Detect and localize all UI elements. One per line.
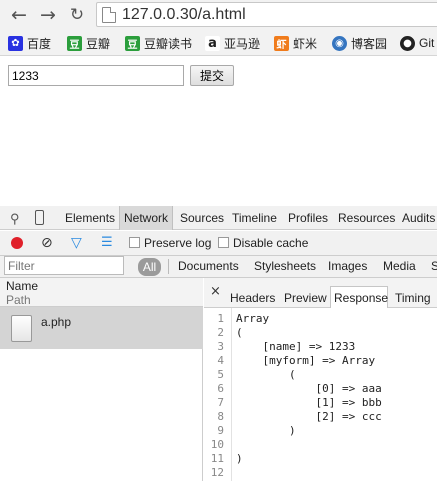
code-line: [name] => 1233	[236, 340, 356, 353]
line-number: 2	[217, 326, 224, 339]
detail-tabbar: × Headers Preview Response Timing	[204, 278, 437, 309]
preserve-log-label: Preserve log	[144, 236, 212, 250]
tab-preview[interactable]: Preview	[284, 291, 327, 305]
filter-more[interactable]: S	[431, 259, 437, 273]
line-number: 6	[217, 382, 224, 395]
filter-media[interactable]: Media	[383, 259, 416, 273]
douban-icon: 豆	[125, 35, 140, 51]
bookmark-item[interactable]: 豆 豆瓣	[67, 34, 110, 52]
line-number: 12	[210, 466, 224, 479]
bookmark-label: 博客园	[351, 36, 388, 51]
browser-toolbar: ← → ↻ 127.0.0.30/a.html	[0, 0, 437, 30]
line-number: 8	[217, 410, 224, 423]
reload-icon[interactable]: ↻	[66, 4, 88, 26]
code-line: Array	[236, 312, 270, 325]
cnblogs-icon: ◉	[332, 35, 347, 51]
bookmark-item[interactable]: ✿ 百度	[8, 34, 51, 52]
disable-cache-checkbox[interactable]	[218, 237, 229, 248]
filter-icon[interactable]: ▽	[71, 235, 82, 251]
filter-input[interactable]	[4, 256, 124, 275]
request-list-header[interactable]: Name Path	[0, 278, 203, 307]
divider	[168, 259, 169, 274]
douban-icon: 豆	[67, 35, 82, 51]
line-number: 9	[217, 424, 224, 437]
bookmark-label: 豆瓣读书	[144, 36, 193, 51]
name-input[interactable]	[8, 65, 184, 86]
github-icon: ●	[400, 35, 415, 51]
disable-cache-label: Disable cache	[233, 236, 309, 250]
device-icon[interactable]	[35, 210, 44, 225]
bookmark-item[interactable]: ◉ 博客园	[332, 34, 387, 52]
tab-resources[interactable]: Resources	[338, 211, 395, 225]
tab-headers[interactable]: Headers	[230, 291, 275, 305]
code-line: [2] => ccc	[236, 410, 382, 423]
bookmark-item[interactable]: ● Git	[400, 34, 434, 52]
bookmarks-bar: ✿ 百度 豆 豆瓣 豆 豆瓣读书 a 亚马逊 虾 虾米 ◉ 博客园 ● Git	[0, 30, 437, 56]
code-line: (	[236, 326, 243, 339]
back-arrow-icon[interactable]: ←	[8, 4, 30, 26]
bookmark-item[interactable]: 豆 豆瓣读书	[125, 34, 192, 52]
forward-arrow-icon[interactable]: →	[37, 4, 59, 26]
record-icon[interactable]	[11, 237, 23, 249]
list-view-icon[interactable]: ☰	[101, 235, 113, 250]
line-number: 10	[210, 438, 224, 451]
bookmark-label: Git	[419, 36, 435, 50]
tab-sources[interactable]: Sources	[180, 211, 224, 225]
tab-timeline[interactable]: Timeline	[232, 211, 277, 225]
devtools-tabbar: ⚲ Elements Network Sources Timeline Prof…	[0, 206, 437, 230]
line-number: 7	[217, 396, 224, 409]
filter-images[interactable]: Images	[328, 259, 367, 273]
name-column-header: Name	[6, 279, 39, 293]
filter-documents[interactable]: Documents	[178, 259, 239, 273]
tab-response[interactable]: Response	[334, 291, 388, 305]
submit-button[interactable]: 提交	[190, 65, 234, 86]
line-number: 5	[217, 368, 224, 381]
preserve-log-checkbox[interactable]	[129, 237, 140, 248]
code-line: [1] => bbb	[236, 396, 382, 409]
bookmark-item[interactable]: a 亚马逊	[205, 34, 260, 52]
baidu-icon: ✿	[8, 35, 23, 51]
xiami-icon: 虾	[274, 35, 289, 51]
network-toolbar: ⊘ ▽ ☰ Preserve log Disable cache	[0, 231, 437, 256]
table-row[interactable]: a.php	[0, 307, 203, 349]
tab-audits[interactable]: Audits	[402, 211, 435, 225]
bookmark-label: 百度	[27, 36, 52, 51]
line-number: 4	[217, 354, 224, 367]
bookmark-label: 豆瓣	[86, 36, 111, 51]
address-bar[interactable]: 127.0.0.30/a.html	[96, 2, 437, 27]
tab-elements[interactable]: Elements	[65, 211, 115, 225]
line-number: 1	[217, 312, 224, 325]
bookmark-label: 虾米	[293, 36, 318, 51]
code-line: )	[236, 452, 243, 465]
filter-bar: All Documents Stylesheets Images Media S	[0, 256, 437, 278]
close-icon[interactable]: ×	[210, 284, 221, 299]
filter-all-button[interactable]: All	[138, 258, 161, 276]
code-line: [myform] => Array	[236, 354, 376, 367]
code-line: (	[236, 368, 296, 381]
request-name: a.php	[41, 315, 72, 329]
tab-timing[interactable]: Timing	[395, 291, 431, 305]
page-icon	[102, 6, 116, 23]
path-column-header: Path	[6, 293, 31, 307]
filter-stylesheets[interactable]: Stylesheets	[254, 259, 316, 273]
line-number: 3	[217, 340, 224, 353]
code-line: )	[236, 424, 296, 437]
line-number: 11	[210, 452, 224, 465]
bookmark-label: 亚马逊	[224, 36, 261, 51]
inspect-icon[interactable]: ⚲	[10, 211, 20, 227]
tab-network[interactable]: Network	[124, 211, 168, 225]
code-line: [0] => aaa	[236, 382, 382, 395]
tab-profiles[interactable]: Profiles	[288, 211, 328, 225]
amazon-icon: a	[205, 35, 220, 51]
clear-icon[interactable]: ⊘	[41, 235, 53, 251]
file-icon	[11, 315, 32, 342]
address-url: 127.0.0.30/a.html	[122, 5, 246, 23]
bookmark-item[interactable]: 虾 虾米	[274, 34, 317, 52]
